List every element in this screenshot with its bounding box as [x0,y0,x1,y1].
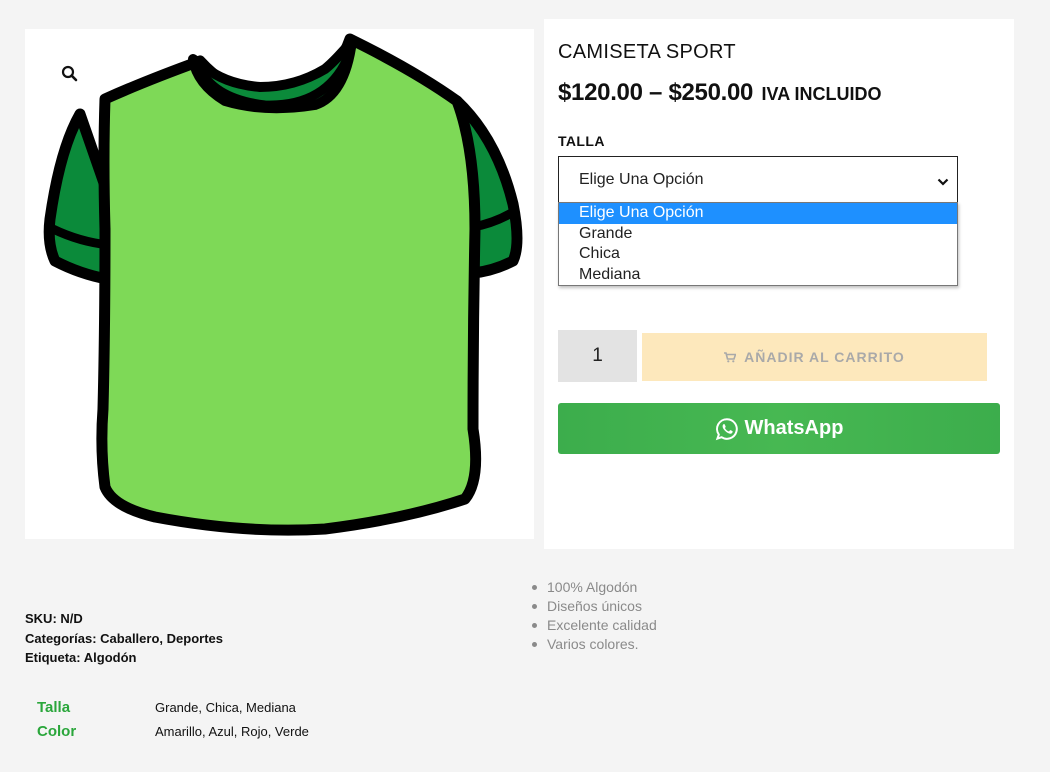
attribute-name: Talla [37,699,71,716]
size-select-value: Elige Una Opción [579,171,704,188]
size-option-default[interactable]: Elige Una Opción [559,203,957,224]
bullet-icon [532,623,537,628]
categories-row: Categorías: Caballero, Deportes [25,630,223,646]
add-to-cart-button[interactable]: AÑADIR AL CARRITO [642,333,987,381]
feature-text: Excelente calidad [547,617,657,633]
bullet-icon [532,604,537,609]
list-item: Excelente calidad [532,616,657,635]
attribute-value: Amarillo, Azul, Rojo, Verde [155,724,309,739]
price-range: $120.00 – $250.00 [558,79,754,106]
tag-row: Etiqueta: Algodón [25,648,223,668]
attribute-name: Color [37,723,77,740]
features-list: 100% Algodón Diseños únicos Excelente ca… [532,578,657,654]
categories-label: Categorías: [25,630,97,646]
whatsapp-icon [715,417,739,441]
product-image-panel [25,29,534,539]
sku-label: SKU: [25,611,57,626]
product-title: CAMISETA SPORT [558,41,736,63]
size-select[interactable]: Elige Una Opción [558,156,958,203]
sku-value: N/D [60,611,83,626]
category-link-caballero[interactable]: Caballero [100,631,159,646]
feature-text: Diseños únicos [547,598,642,614]
whatsapp-label: WhatsApp [744,417,844,439]
size-options-dropdown: Elige Una Opción Grande Chica Mediana [558,202,958,286]
tag-link-algodon[interactable]: Algodón [84,650,137,665]
feature-text: Varios colores. [547,636,639,652]
size-option-chica[interactable]: Chica [559,244,957,265]
list-item: Varios colores. [532,635,657,654]
list-item: 100% Algodón [532,578,657,597]
feature-text: 100% Algodón [547,579,638,595]
list-item: Diseños únicos [532,597,657,616]
zoom-icon[interactable] [61,65,79,83]
size-label: TALLA [558,133,605,149]
tag-label: Etiqueta: [25,650,81,665]
cart-icon [724,351,737,363]
quantity-input[interactable]: 1 [558,330,637,382]
whatsapp-button[interactable]: WhatsApp [558,403,1000,454]
product-meta: SKU: N/D Categorías: Caballero, Deportes… [25,609,223,668]
size-option-grande[interactable]: Grande [559,224,957,245]
size-option-mediana[interactable]: Mediana [559,265,957,286]
attribute-value: Grande, Chica, Mediana [155,700,296,715]
bullet-icon [532,642,537,647]
add-to-cart-label: AÑADIR AL CARRITO [744,349,905,365]
tshirt-image [43,33,523,536]
category-link-deportes[interactable]: Deportes [167,631,223,646]
bullet-icon [532,585,537,590]
sku-row: SKU: N/D [25,609,223,629]
product-price: $120.00 – $250.00 IVA INCLUIDO [558,79,882,107]
tax-note: IVA INCLUIDO [761,84,882,104]
product-summary: CAMISETA SPORT $120.00 – $250.00 IVA INC… [544,19,1014,549]
chevron-down-icon [937,174,949,192]
